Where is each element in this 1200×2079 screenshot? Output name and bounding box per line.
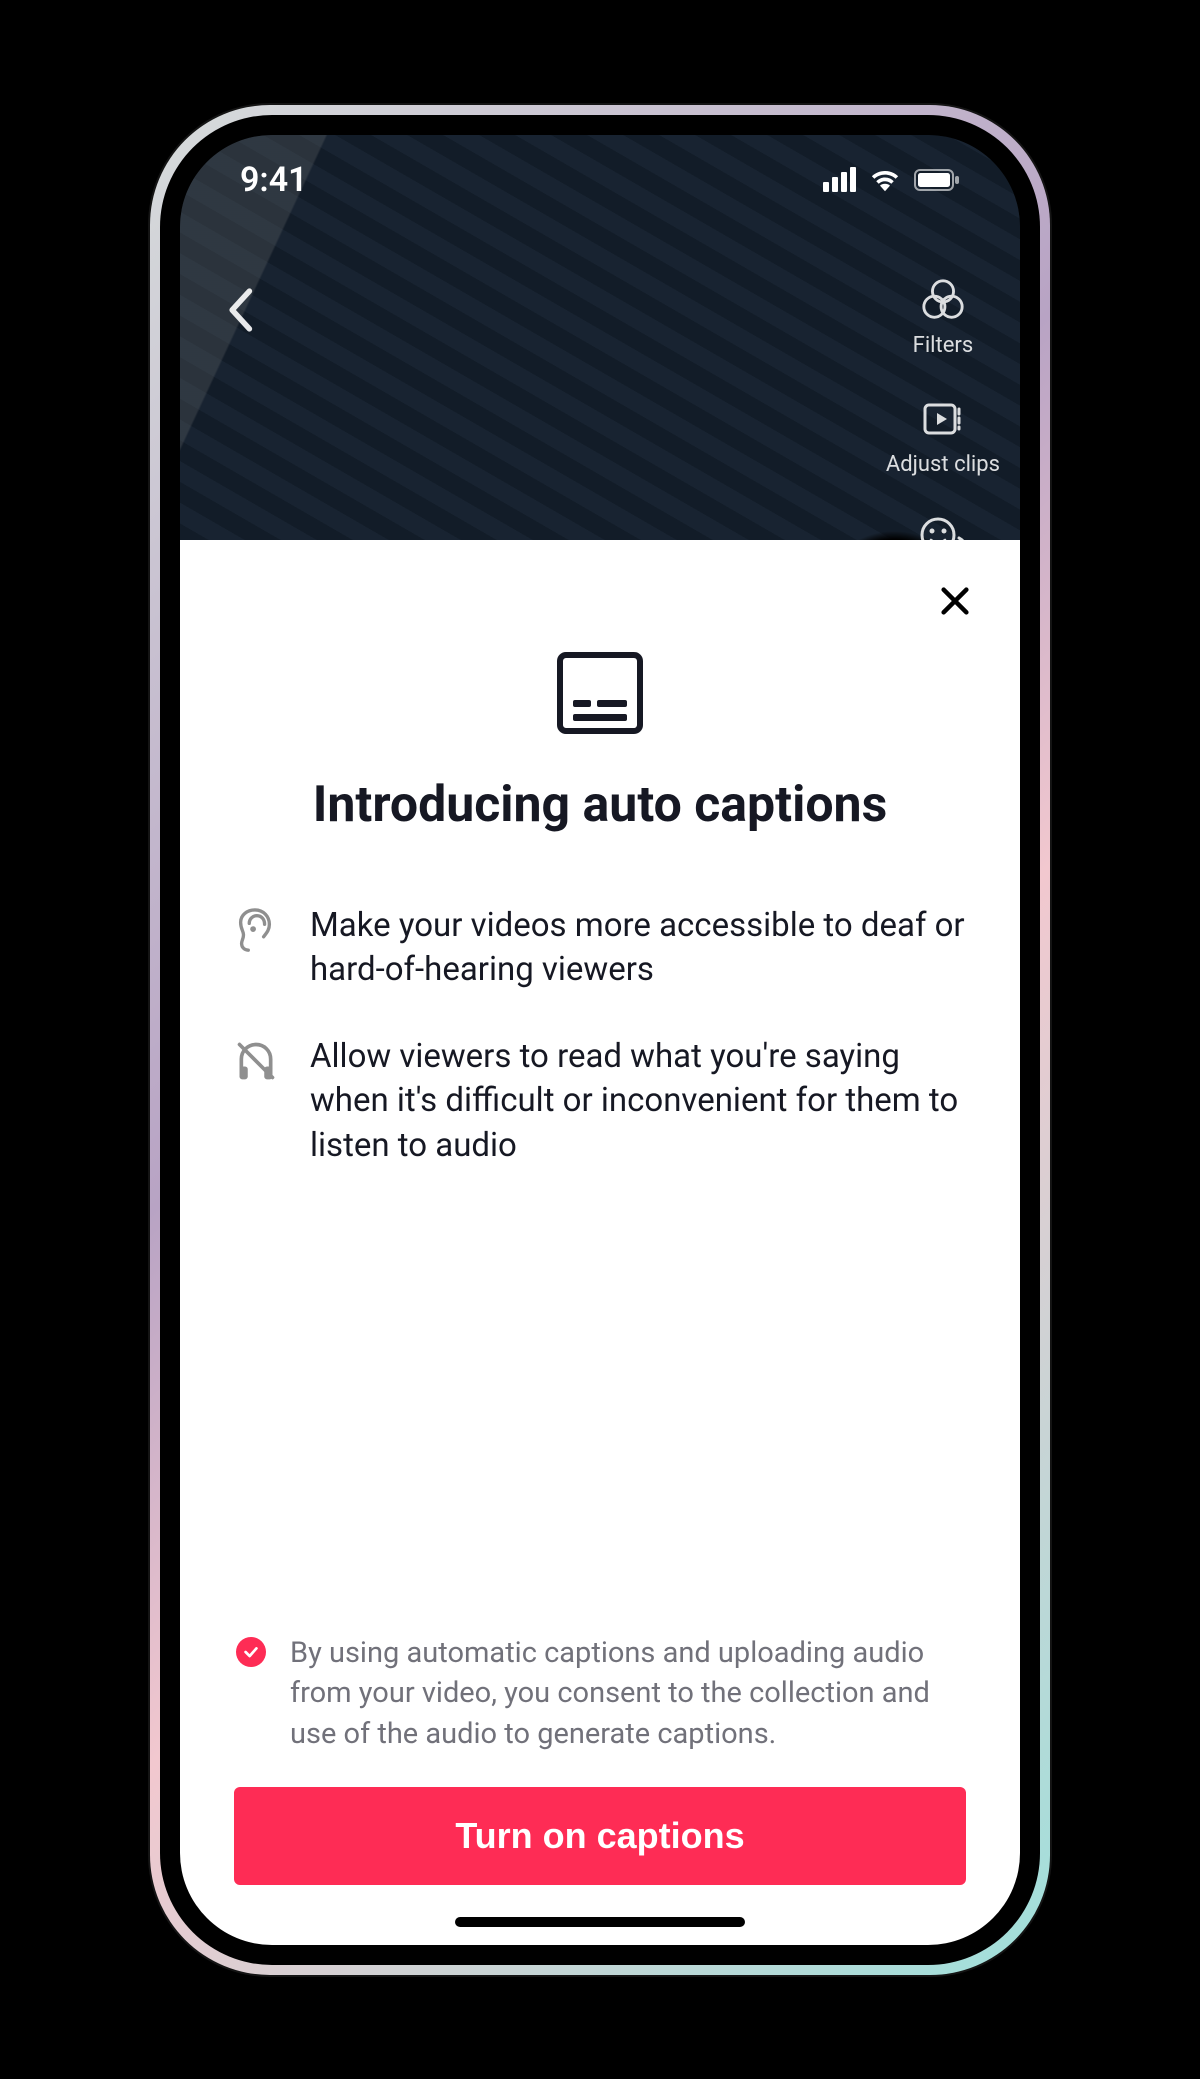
benefit-text: Make your videos more accessible to deaf… xyxy=(310,904,966,993)
headphones-off-icon xyxy=(234,1039,276,1081)
consent-checkbox[interactable] xyxy=(236,1637,266,1667)
benefit-accessibility: Make your videos more accessible to deaf… xyxy=(234,904,966,993)
consent-row[interactable]: By using automatic captions and uploadin… xyxy=(234,1633,966,1755)
back-button[interactable] xyxy=(215,285,265,335)
benefit-text: Allow viewers to read what you're saying… xyxy=(310,1035,966,1169)
status-icons xyxy=(823,167,960,192)
adjust-clips-tool[interactable]: Adjust clips xyxy=(886,394,1000,477)
wifi-icon xyxy=(870,168,900,192)
filters-tool[interactable]: Filters xyxy=(913,275,974,358)
close-icon xyxy=(938,584,972,618)
check-icon xyxy=(242,1643,260,1661)
battery-icon xyxy=(914,169,960,191)
auto-captions-sheet: Introducing auto captions Make your vide… xyxy=(180,540,1020,1945)
consent-text: By using automatic captions and uploadin… xyxy=(290,1633,964,1755)
ear-icon xyxy=(234,908,276,950)
status-bar: 9:41 xyxy=(180,135,1020,225)
cellular-signal-icon xyxy=(823,167,856,192)
filters-label: Filters xyxy=(913,333,974,358)
adjust-clips-label: Adjust clips xyxy=(886,452,1000,477)
side-toolbar: Filters Adjust clips xyxy=(886,275,1000,563)
adjust-clips-icon xyxy=(918,394,968,444)
sheet-title: Introducing auto captions xyxy=(234,776,966,834)
turn-on-captions-button[interactable]: Turn on captions xyxy=(234,1787,966,1885)
chevron-left-icon xyxy=(226,288,254,332)
filters-icon xyxy=(918,275,968,325)
phone-frame: 9:41 xyxy=(150,105,1050,1975)
benefit-no-audio: Allow viewers to read what you're saying… xyxy=(234,1035,966,1169)
status-time: 9:41 xyxy=(240,160,308,200)
phone-bezel: 9:41 xyxy=(160,115,1040,1965)
screen: 9:41 xyxy=(180,135,1020,1945)
captions-icon xyxy=(555,650,645,736)
close-button[interactable] xyxy=(930,576,980,626)
benefits-list: Make your videos more accessible to deaf… xyxy=(234,904,966,1169)
home-indicator[interactable] xyxy=(455,1917,745,1927)
